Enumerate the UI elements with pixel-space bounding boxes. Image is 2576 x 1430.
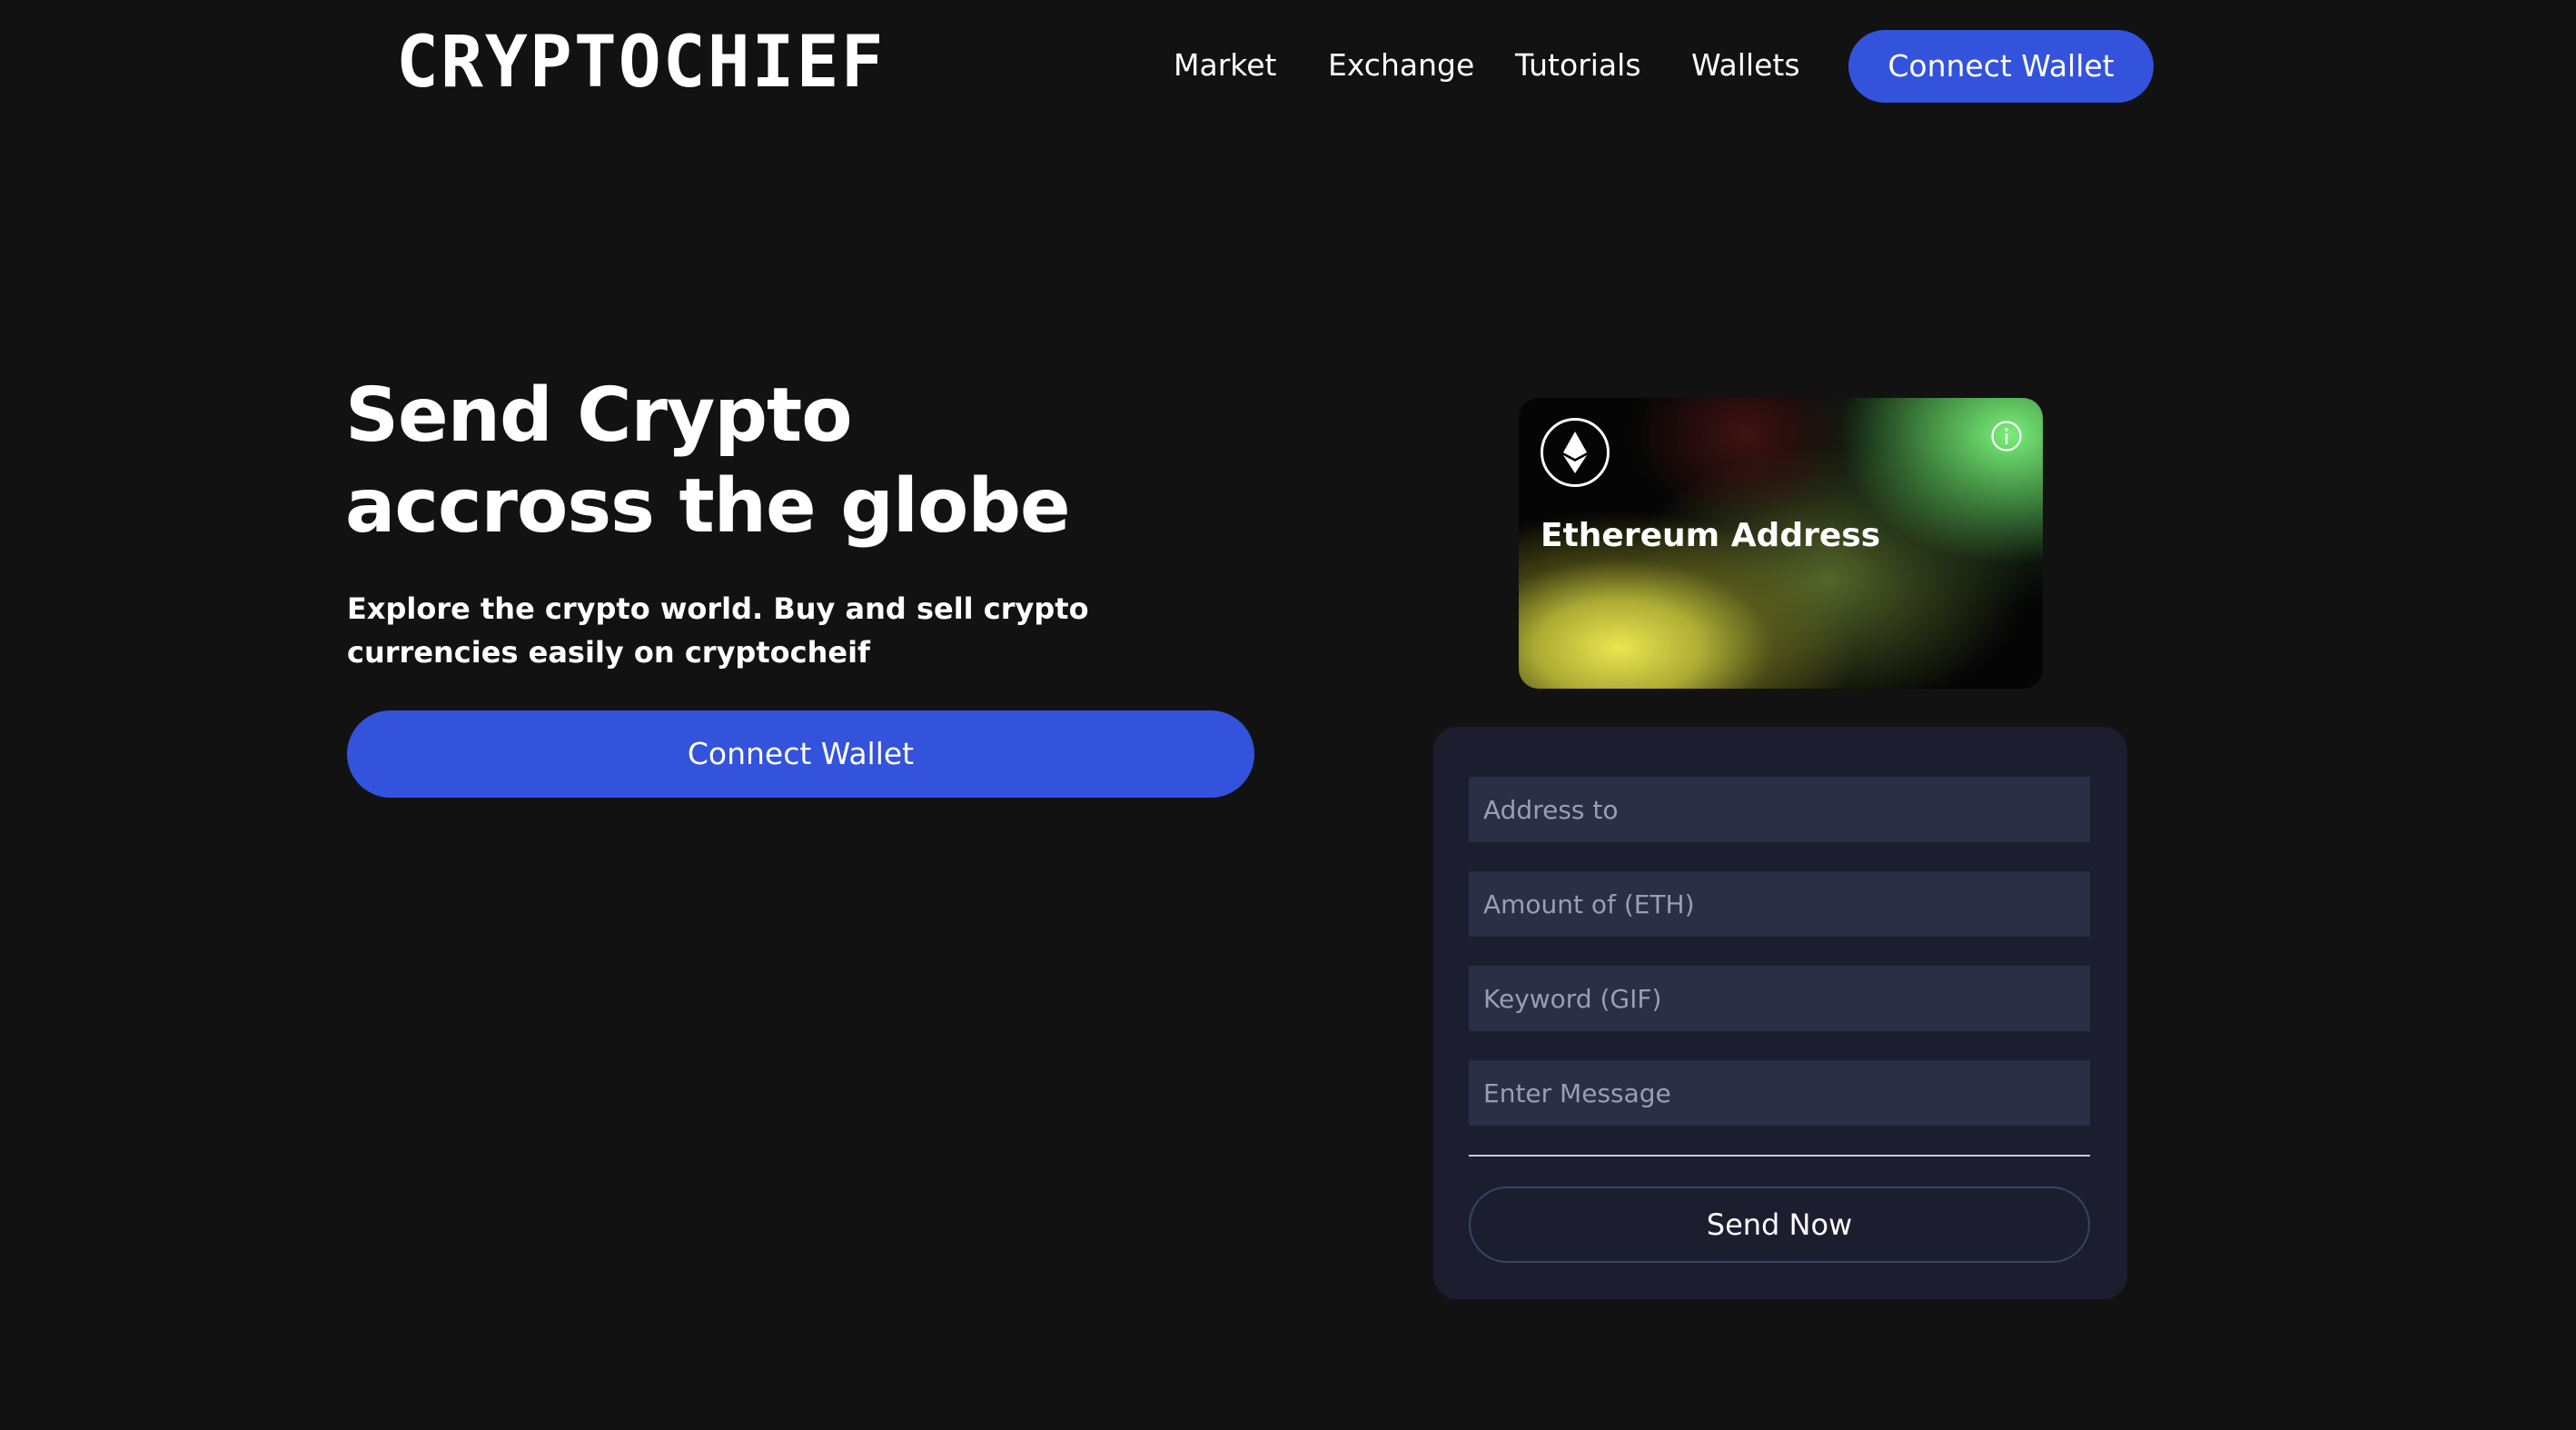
nav-link-market[interactable]: Market	[1174, 47, 1276, 84]
form-divider	[1469, 1155, 2090, 1157]
hero-title-line-2: accross the globe	[345, 463, 1071, 550]
ethereum-card: Ethereum Address	[1519, 398, 2043, 689]
address-to-input[interactable]	[1469, 777, 2090, 842]
logo[interactable]: CRYPTOCHIEF	[396, 27, 886, 98]
send-form: Send Now	[1433, 727, 2127, 1299]
info-icon[interactable]	[1990, 420, 2023, 452]
header-connect-wallet-button[interactable]: Connect Wallet	[1848, 30, 2154, 103]
hero-subtitle: Explore the crypto world. Buy and sell c…	[347, 591, 1089, 670]
ethereum-icon	[1541, 418, 1610, 487]
amount-eth-input[interactable]	[1469, 871, 2090, 937]
send-now-button[interactable]: Send Now	[1469, 1187, 2090, 1263]
nav-link-wallets[interactable]: Wallets	[1691, 47, 1800, 84]
hero-title: Send Crypto accross the globe	[345, 371, 1253, 552]
nav-link-tutorials[interactable]: Tutorials	[1515, 47, 1641, 84]
nav-link-exchange[interactable]: Exchange	[1328, 47, 1474, 84]
hero-connect-wallet-button[interactable]: Connect Wallet	[347, 710, 1254, 798]
message-input[interactable]	[1469, 1060, 2090, 1126]
keyword-gif-input[interactable]	[1469, 966, 2090, 1031]
ethereum-address-label: Ethereum Address	[1541, 517, 1881, 554]
hero-title-line-1: Send Crypto	[345, 372, 853, 459]
